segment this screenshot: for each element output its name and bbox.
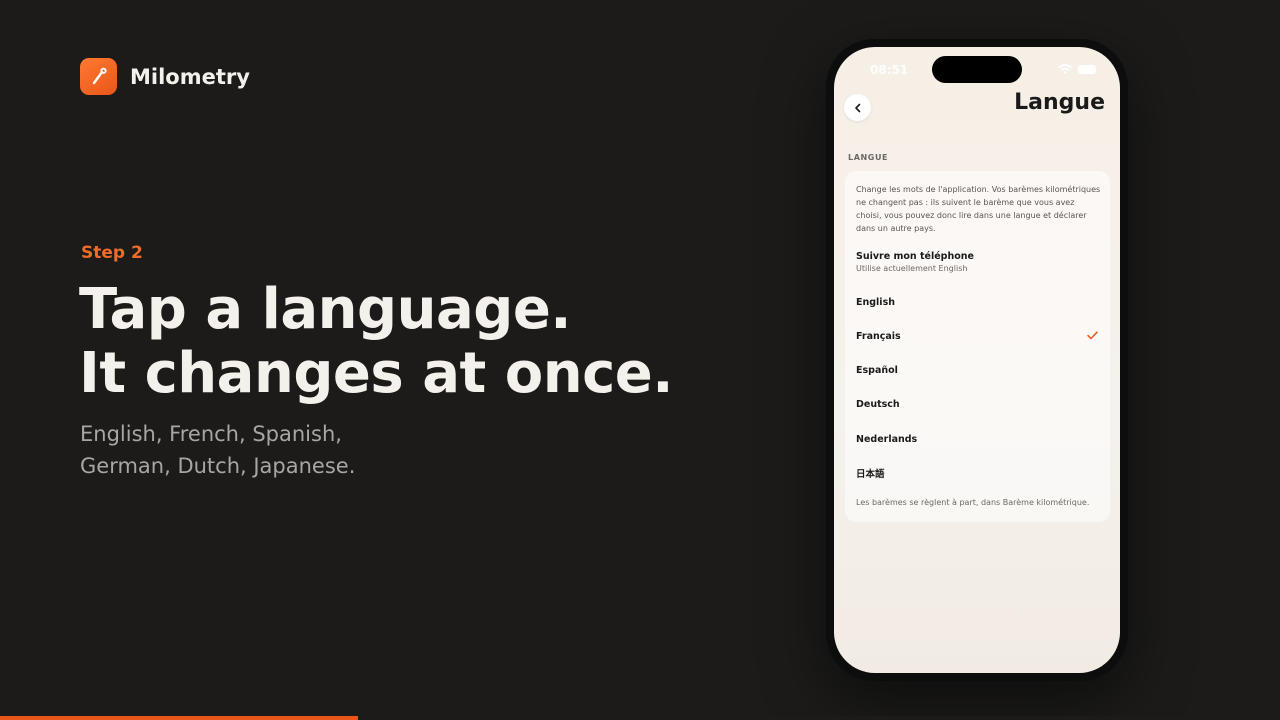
language-option-english[interactable]: English: [845, 285, 1110, 319]
language-description: Change les mots de l'application. Vos ba…: [856, 185, 1101, 233]
language-label: Nederlands: [856, 433, 918, 445]
language-option-francais[interactable]: Français: [845, 319, 1110, 353]
status-time: 08:51: [870, 63, 909, 77]
language-label: 日本語: [856, 469, 885, 480]
follow-phone-option[interactable]: Suivre mon téléphone Utilise actuellemen…: [856, 250, 1101, 275]
subtitle: English, French, Spanish, German, Dutch,…: [80, 418, 500, 482]
phone-frame: 08:51 Langue LANGUE Change les mots de l…: [826, 39, 1128, 681]
phone-screen: 08:51 Langue LANGUE Change les mots de l…: [834, 47, 1120, 673]
language-label: Français: [856, 330, 901, 342]
checkmark-icon: [1087, 331, 1098, 340]
headline-line: It changes at once.: [79, 341, 674, 406]
brand-name: Milometry: [130, 64, 250, 89]
language-card: Change les mots de l'application. Vos ba…: [845, 171, 1110, 522]
language-option-japanese[interactable]: 日本語: [845, 456, 1110, 490]
back-button[interactable]: [844, 94, 871, 121]
language-footer-note: Les barèmes se règlent à part, dans Barè…: [856, 498, 1090, 507]
headline: Tap a language. It changes at once.: [79, 278, 699, 406]
step-label: Step 2: [81, 243, 143, 263]
chevron-left-icon: [854, 103, 860, 112]
language-option-deutsch[interactable]: Deutsch: [845, 387, 1110, 421]
battery-icon: [1078, 64, 1096, 74]
pen-icon: [80, 58, 117, 95]
section-label: LANGUE: [848, 153, 889, 162]
subtitle-line: German, Dutch, Japanese.: [80, 454, 356, 478]
wifi-icon: [1058, 64, 1072, 74]
follow-phone-title: Suivre mon téléphone: [856, 251, 974, 262]
language-label: English: [856, 296, 895, 308]
status-icons: [1058, 64, 1096, 74]
language-label: Español: [856, 364, 898, 376]
dynamic-island: [932, 56, 1022, 83]
slide-progress-track: [0, 716, 1280, 720]
brand: Milometry: [80, 58, 250, 95]
language-option-nederlands[interactable]: Nederlands: [845, 422, 1110, 456]
slide-progress-fill: [0, 716, 359, 720]
headline-line: Tap a language.: [79, 277, 572, 342]
language-option-espanol[interactable]: Español: [845, 353, 1110, 387]
language-label: Deutsch: [856, 398, 900, 410]
subtitle-line: English, French, Spanish,: [80, 422, 342, 446]
screen-title: Langue: [1014, 90, 1105, 115]
follow-phone-subtitle: Utilise actuellement English: [856, 264, 968, 273]
